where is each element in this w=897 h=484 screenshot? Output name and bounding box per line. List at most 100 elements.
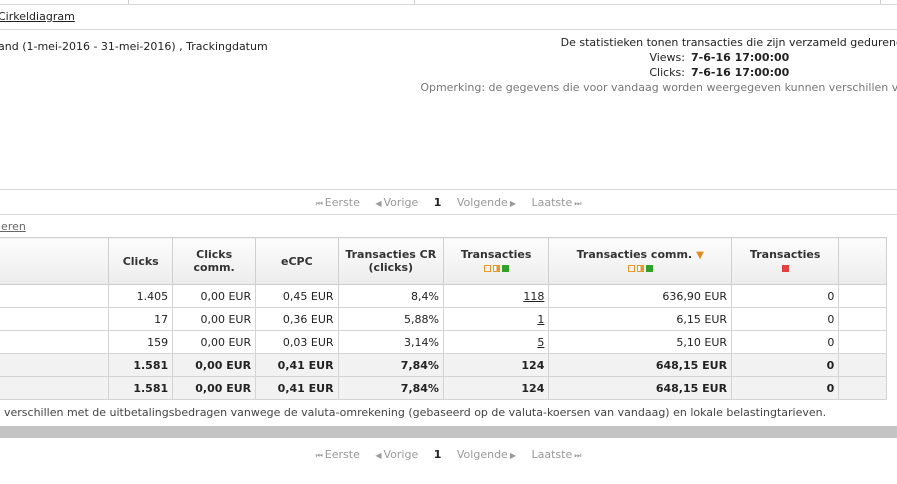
col-name bbox=[0, 237, 110, 285]
cell-ecpc: 0,45 EUR bbox=[255, 284, 339, 308]
cell-name bbox=[0, 376, 110, 400]
cell-cr: 5,88% bbox=[337, 307, 444, 331]
col-transactions[interactable]: Transacties bbox=[442, 237, 550, 285]
cell-clicks: 159 bbox=[108, 330, 174, 354]
pager-last[interactable]: Laatste ⏭ bbox=[531, 448, 581, 461]
pager-first[interactable]: ⏮ Eerste bbox=[316, 196, 360, 209]
total-row: 1.581 0,00 EUR 0,41 EUR 7,84% 124 648,15… bbox=[0, 376, 887, 400]
cell-transactions: 124 bbox=[442, 376, 550, 400]
clicks-value: 7-6-16 17:00:00 bbox=[691, 66, 790, 79]
status-legend bbox=[736, 261, 834, 274]
pager-next[interactable]: Volgende ▶ bbox=[457, 448, 516, 461]
top-border bbox=[0, 0, 897, 5]
tab-divider bbox=[128, 0, 129, 4]
cell-more bbox=[838, 307, 887, 331]
prev-page-icon: ◀ bbox=[375, 451, 382, 460]
cell-cr: 7,84% bbox=[337, 376, 444, 400]
table-row: 1.405 0,00 EUR 0,45 EUR 8,4% 118 636,90 … bbox=[0, 284, 887, 308]
transactions-link[interactable]: 1 bbox=[537, 313, 544, 326]
col-ecpc[interactable]: eCPC bbox=[255, 237, 339, 285]
cell-more bbox=[838, 330, 887, 354]
pager-top: ⏮ Eerste ◀ Vorige 1 Volgende ▶ Laatste ⏭ bbox=[0, 196, 897, 209]
cell-more bbox=[838, 376, 887, 400]
next-page-icon: ▶ bbox=[509, 199, 516, 208]
cell-transactions: 5 bbox=[442, 330, 550, 354]
pager-last[interactable]: Laatste ⏭ bbox=[531, 196, 581, 209]
stats-info: De statistieken tonen transacties die zi… bbox=[477, 36, 897, 86]
status-legend bbox=[553, 261, 727, 274]
cell-transactions-rejected: 0 bbox=[731, 353, 840, 377]
cell-clicks-comm: 0,00 EUR bbox=[172, 353, 257, 377]
cell-transactions-comm: 648,15 EUR bbox=[548, 376, 733, 400]
cell-name bbox=[0, 284, 110, 308]
stats-note: Opmerking: de gegevens die voor vandaag … bbox=[420, 81, 897, 94]
sort-desc-icon: ▼ bbox=[696, 250, 704, 261]
cell-clicks: 1.581 bbox=[108, 376, 174, 400]
views-row: Views: 7-6-16 17:00:00 bbox=[627, 51, 789, 64]
cell-transactions: 118 bbox=[442, 284, 550, 308]
divider bbox=[0, 214, 897, 215]
cell-ecpc: 0,36 EUR bbox=[255, 307, 339, 331]
cell-clicks-comm: 0,00 EUR bbox=[172, 376, 257, 400]
cell-name bbox=[0, 353, 110, 377]
filter-link[interactable]: leren bbox=[0, 220, 26, 233]
partial-icon bbox=[492, 264, 500, 272]
transactions-link[interactable]: 5 bbox=[537, 336, 544, 349]
last-page-icon: ⏭ bbox=[574, 451, 582, 460]
tab-divider bbox=[414, 0, 415, 4]
cell-transactions-comm: 6,15 EUR bbox=[548, 307, 733, 331]
clicks-row: Clicks: 7-6-16 17:00:00 bbox=[627, 66, 789, 79]
pager-next[interactable]: Volgende ▶ bbox=[457, 196, 516, 209]
first-page-icon: ⏮ bbox=[315, 199, 323, 208]
cell-clicks-comm: 0,00 EUR bbox=[172, 284, 257, 308]
col-cr[interactable]: Transacties CR (clicks) bbox=[337, 237, 444, 285]
last-page-icon: ⏭ bbox=[574, 199, 582, 208]
pager-first[interactable]: ⏮ Eerste bbox=[316, 448, 360, 461]
cell-transactions-rejected: 0 bbox=[731, 284, 840, 308]
col-more bbox=[838, 237, 887, 285]
cell-name bbox=[0, 330, 110, 354]
cell-clicks: 1.405 bbox=[108, 284, 174, 308]
cell-transactions-comm: 636,90 EUR bbox=[548, 284, 733, 308]
partial-icon bbox=[636, 264, 644, 272]
cell-transactions: 1 bbox=[442, 307, 550, 331]
pager-prev[interactable]: ◀ Vorige bbox=[375, 448, 418, 461]
prev-page-icon: ◀ bbox=[375, 199, 382, 208]
horizontal-scrollbar[interactable] bbox=[0, 426, 897, 438]
status-legend bbox=[448, 261, 544, 274]
pending-icon bbox=[627, 264, 635, 272]
rejected-icon bbox=[781, 264, 789, 272]
cell-cr: 3,14% bbox=[337, 330, 444, 354]
cell-clicks-comm: 0,00 EUR bbox=[172, 307, 257, 331]
pie-chart-link[interactable]: Cirkeldiagram bbox=[0, 10, 75, 23]
divider bbox=[0, 189, 897, 190]
next-page-icon: ▶ bbox=[509, 451, 516, 460]
pager-prev[interactable]: ◀ Vorige bbox=[375, 196, 418, 209]
cell-transactions-rejected: 0 bbox=[731, 330, 840, 354]
pager-current: 1 bbox=[433, 448, 442, 461]
period-text: and (1-mei-2016 - 31-mei-2016) , Trackin… bbox=[0, 40, 268, 53]
cell-transactions: 124 bbox=[442, 353, 550, 377]
cell-cr: 7,84% bbox=[337, 353, 444, 377]
cell-name bbox=[0, 307, 110, 331]
pager-bottom: ⏮ Eerste ◀ Vorige 1 Volgende ▶ Laatste ⏭ bbox=[0, 448, 897, 461]
table-row: 159 0,00 EUR 0,03 EUR 3,14% 5 5,10 EUR 0 bbox=[0, 330, 887, 354]
cell-cr: 8,4% bbox=[337, 284, 444, 308]
pager-current: 1 bbox=[433, 196, 442, 209]
cell-transactions-comm: 648,15 EUR bbox=[548, 353, 733, 377]
col-transactions-rejected[interactable]: Transacties bbox=[731, 237, 840, 285]
col-transactions-comm[interactable]: Transacties comm. ▼ bbox=[548, 237, 733, 285]
views-value: 7-6-16 17:00:00 bbox=[691, 51, 790, 64]
cell-transactions-rejected: 0 bbox=[731, 307, 840, 331]
table-row: 17 0,00 EUR 0,36 EUR 5,88% 1 6,15 EUR 0 bbox=[0, 307, 887, 331]
pending-icon bbox=[483, 264, 491, 272]
cell-more bbox=[838, 353, 887, 377]
cell-clicks-comm: 0,00 EUR bbox=[172, 330, 257, 354]
total-row: 1.581 0,00 EUR 0,41 EUR 7,84% 124 648,15… bbox=[0, 353, 887, 377]
col-clicks-comm[interactable]: Clicks comm. bbox=[172, 237, 257, 285]
clicks-label: Clicks: bbox=[649, 66, 685, 79]
stats-description: De statistieken tonen transacties die zi… bbox=[560, 36, 897, 49]
col-clicks[interactable]: Clicks bbox=[108, 237, 174, 285]
statistics-table: Clicks Clicks comm. eCPC Transacties CR … bbox=[0, 237, 887, 400]
transactions-link[interactable]: 118 bbox=[523, 290, 544, 303]
